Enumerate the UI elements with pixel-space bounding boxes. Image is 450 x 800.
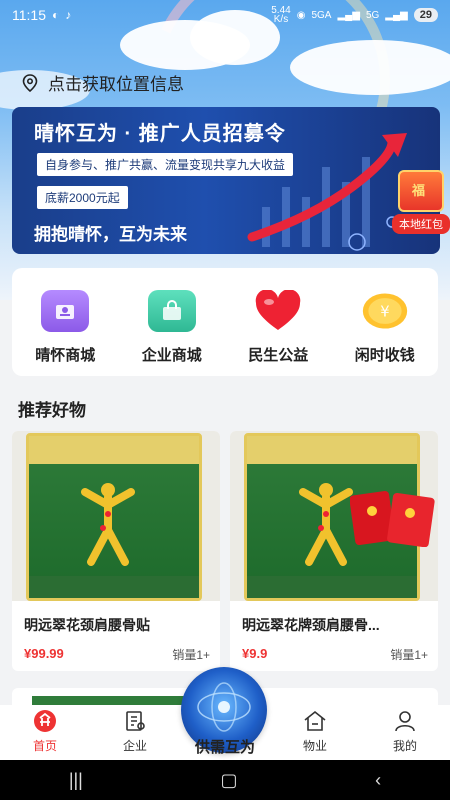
banner-benefits-tag: 自身参与、推广共赢、流量变现共享九大收益 [37, 153, 294, 176]
product-price: ¥99.99 [24, 646, 64, 661]
enterprise-icon [122, 709, 148, 733]
tab-property[interactable]: 物业 [280, 709, 350, 754]
category-public-welfare[interactable]: 民生公益 [228, 290, 328, 376]
tab-enterprise[interactable]: 企业 [100, 709, 170, 754]
category-label: 闲时收钱 [354, 347, 415, 364]
product-image [12, 431, 220, 601]
tab-label: 首页 [32, 739, 57, 753]
location-pin-icon [22, 73, 38, 92]
product-name: 明远翠花颈肩腰骨贴 [24, 617, 150, 633]
system-navigation-bar: ||| ▢ ‹ [0, 760, 450, 800]
shopping-bag-icon [147, 290, 196, 332]
category-enterprise-mall[interactable]: 企业商城 [122, 290, 222, 376]
battery-level: 29 [413, 8, 438, 22]
red-packet-label: 本地红包 [392, 214, 450, 234]
tab-label: 物业 [302, 739, 327, 753]
home-button-icon[interactable]: ▢ [220, 770, 237, 791]
recent-apps-icon[interactable]: ||| [69, 770, 83, 791]
banner-title: 晴怀互为 · 推广人员招募令 [34, 123, 286, 145]
banner-salary-tag: 底薪2000元起 [37, 186, 128, 209]
product-sales: 销量1+ [390, 648, 428, 662]
mall-icon [41, 290, 90, 332]
product-package-graphic [26, 433, 202, 601]
app-notification-icon: ◐ [52, 8, 60, 22]
signal-icon: ▂▄▆ [385, 9, 408, 21]
location-bar[interactable]: 点击获取位置信息 [22, 70, 184, 95]
red-envelope-decoration [349, 487, 436, 548]
tiktok-icon: ♪ [65, 8, 72, 22]
cloud-decoration [290, 40, 450, 95]
property-icon [302, 709, 328, 733]
product-image [230, 431, 438, 601]
product-name: 明远翠花牌颈肩腰骨... [242, 617, 380, 633]
category-grid: 晴怀商城 企业商城 民生公益 ¥ 闲时收钱 [12, 268, 438, 376]
category-earn-money[interactable]: ¥ 闲时收钱 [335, 290, 435, 376]
product-card[interactable]: 明远翠花颈肩腰骨贴 ¥99.99 销量1+ [12, 431, 220, 671]
promo-banner[interactable]: 晴怀互为 · 推广人员招募令 自身参与、推广共赢、流量变现共享九大收益 底薪20… [12, 107, 440, 254]
heart-icon [254, 290, 302, 332]
wifi-icon: ◉ [296, 9, 306, 21]
signal-icon: ▂▄▆ [337, 9, 360, 21]
tab-profile[interactable]: 我的 [370, 709, 440, 754]
svg-text:¥: ¥ [380, 304, 389, 321]
category-qinghuai-mall[interactable]: 晴怀商城 [15, 290, 115, 376]
profile-icon [392, 709, 418, 733]
tab-label: 我的 [392, 739, 417, 753]
back-icon[interactable]: ‹ [375, 770, 381, 791]
category-label: 民生公益 [248, 347, 309, 364]
product-sales: 销量1+ [172, 648, 210, 662]
category-label: 企业商城 [141, 347, 202, 364]
product-price: ¥9.9 [242, 646, 268, 661]
location-label: 点击获取位置信息 [48, 75, 184, 94]
coin-icon: ¥ [361, 290, 409, 332]
recommended-section-title: 推荐好物 [18, 401, 86, 420]
local-red-packet-button[interactable]: 福 本地红包 [392, 160, 450, 234]
product-card[interactable]: 明远翠花牌颈肩腰骨... ¥9.9 销量1+ [230, 431, 438, 671]
network-speed: 5.44 K/s [271, 5, 291, 25]
status-time: 11:15 [12, 7, 46, 23]
figure-graphic [73, 480, 143, 570]
category-label: 晴怀商城 [35, 347, 96, 364]
tab-supply-demand-label[interactable]: 供需互为 [180, 736, 270, 757]
network-type-1: 5GA [311, 9, 332, 21]
home-icon [32, 709, 58, 733]
status-bar: 11:15 ◐ ♪ 5.44 K/s ◉ 5GA ▂▄▆ 5G ▂▄▆ 29 [0, 0, 450, 30]
network-type-2: 5G [365, 9, 380, 21]
red-packet-badge: 福 [412, 183, 426, 198]
tab-label: 企业 [122, 739, 147, 753]
tab-home[interactable]: 首页 [10, 709, 80, 754]
banner-slogan: 拥抱晴怀，互为未来 [34, 225, 187, 244]
